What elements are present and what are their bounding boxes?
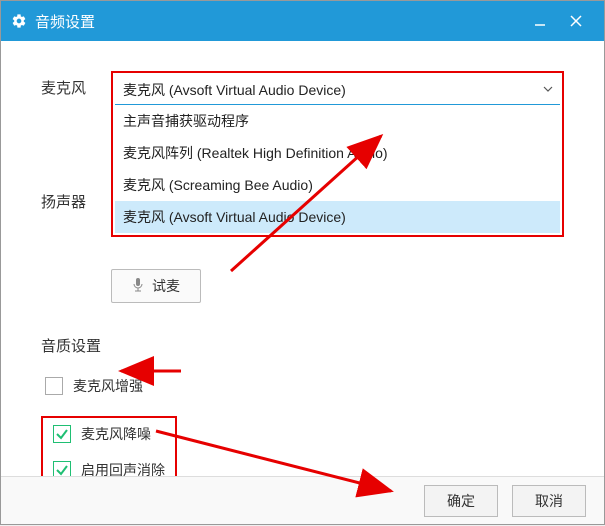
microphone-label: 麦克风 bbox=[41, 71, 111, 98]
quality-section-title: 音质设置 bbox=[41, 335, 564, 356]
speaker-label: 扬声器 bbox=[41, 191, 111, 212]
microphone-dropdown-list: 主声音捕获驱动程序 麦克风阵列 (Realtek High Definition… bbox=[115, 105, 560, 233]
enhance-checkbox-row[interactable]: 麦克风增强 bbox=[45, 376, 564, 396]
audio-settings-window: 音频设置 麦克风 麦克风 (Avsoft Virtual Audio Devic… bbox=[0, 0, 605, 525]
microphone-option[interactable]: 麦克风阵列 (Realtek High Definition Audio) bbox=[115, 137, 560, 169]
noise-label: 麦克风降噪 bbox=[81, 424, 151, 444]
minimize-button[interactable] bbox=[522, 1, 558, 41]
speaker-row: 扬声器 bbox=[41, 191, 111, 212]
ok-button[interactable]: 确定 bbox=[424, 485, 498, 517]
dialog-footer: 确定 取消 bbox=[1, 476, 604, 524]
test-area: 试麦 bbox=[111, 269, 564, 303]
test-mic-button[interactable]: 试麦 bbox=[111, 269, 201, 303]
enhance-label: 麦克风增强 bbox=[73, 376, 143, 396]
microphone-dropdown[interactable]: 麦克风 (Avsoft Virtual Audio Device) 主声音捕获驱… bbox=[111, 71, 564, 237]
checkbox-icon bbox=[53, 425, 71, 443]
microphone-row: 麦克风 麦克风 (Avsoft Virtual Audio Device) 主声… bbox=[41, 71, 564, 237]
checkbox-icon bbox=[45, 377, 63, 395]
chevron-down-icon bbox=[542, 82, 554, 98]
noise-checkbox-row[interactable]: 麦克风降噪 bbox=[53, 424, 165, 444]
mic-icon bbox=[132, 278, 144, 295]
microphone-option[interactable]: 麦克风 (Avsoft Virtual Audio Device) bbox=[115, 201, 560, 233]
close-button[interactable] bbox=[558, 1, 594, 41]
titlebar: 音频设置 bbox=[1, 1, 604, 41]
microphone-selected-text: 麦克风 (Avsoft Virtual Audio Device) bbox=[123, 80, 346, 100]
cancel-button[interactable]: 取消 bbox=[512, 485, 586, 517]
microphone-option[interactable]: 麦克风 (Screaming Bee Audio) bbox=[115, 169, 560, 201]
test-mic-label: 试麦 bbox=[152, 276, 180, 296]
dialog-body: 麦克风 麦克风 (Avsoft Virtual Audio Device) 主声… bbox=[1, 41, 604, 498]
window-title: 音频设置 bbox=[35, 11, 95, 32]
microphone-option[interactable]: 主声音捕获驱动程序 bbox=[115, 105, 560, 137]
gear-icon bbox=[11, 13, 27, 29]
microphone-selected[interactable]: 麦克风 (Avsoft Virtual Audio Device) bbox=[115, 75, 560, 105]
